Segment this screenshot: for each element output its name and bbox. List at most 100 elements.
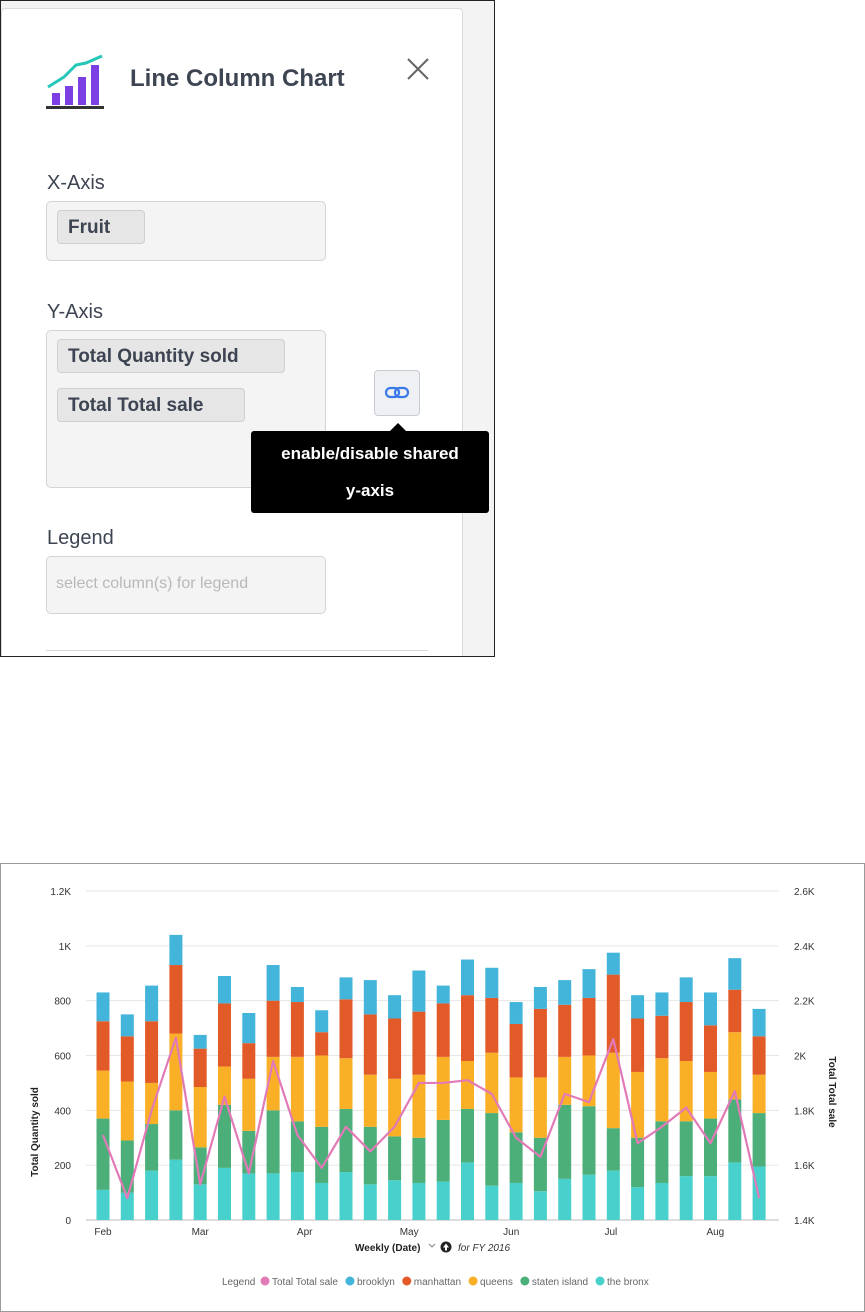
bar-segment-brooklyn[interactable] <box>436 985 450 1004</box>
bar-segment-brooklyn[interactable] <box>533 986 547 1009</box>
bar-segment-brooklyn[interactable] <box>388 995 402 1019</box>
bar-segment-the-bronx[interactable] <box>363 1184 377 1220</box>
x-axis-column-pill[interactable]: Fruit <box>57 210 145 244</box>
bar-segment-queens[interactable] <box>606 1052 620 1129</box>
bar-segment-the-bronx[interactable] <box>218 1167 231 1220</box>
bar-segment-the-bronx[interactable] <box>169 1159 183 1220</box>
bar-segment-manhattan[interactable] <box>412 1011 426 1075</box>
y-axis-column-pill[interactable]: Total Total sale <box>57 388 245 422</box>
bar-segment-the-bronx[interactable] <box>606 1170 620 1220</box>
bar-segment-staten-island[interactable] <box>631 1137 645 1188</box>
bar-segment-staten-island[interactable] <box>363 1126 377 1185</box>
bar-segment-staten-island[interactable] <box>290 1121 304 1173</box>
bar-segment-staten-island[interactable] <box>315 1126 329 1183</box>
legend-item[interactable]: Total Total sale <box>272 1277 338 1288</box>
bar-segment-the-bronx[interactable] <box>193 1184 207 1220</box>
bar-segment-brooklyn[interactable] <box>485 967 499 998</box>
bar-segment-manhattan[interactable] <box>96 1021 110 1071</box>
bar-segment-manhattan[interactable] <box>315 1032 329 1056</box>
bar-segment-brooklyn[interactable] <box>242 1013 256 1044</box>
bar-segment-manhattan[interactable] <box>363 1014 377 1075</box>
right-axis-title[interactable]: Total Total sale <box>826 1056 837 1128</box>
bar-segment-queens[interactable] <box>169 1033 183 1111</box>
bar-segment-queens[interactable] <box>363 1074 377 1127</box>
bar-segment-manhattan[interactable] <box>242 1043 256 1079</box>
legend-item[interactable]: queens <box>480 1277 513 1288</box>
bar-segment-brooklyn[interactable] <box>218 975 231 1004</box>
bar-segment-the-bronx[interactable] <box>266 1173 280 1220</box>
bar-segment-queens[interactable] <box>582 1055 596 1107</box>
legend-drop-zone[interactable]: select column(s) for legend <box>46 556 326 614</box>
bar-segment-brooklyn[interactable] <box>315 1010 329 1033</box>
bar-segment-manhattan[interactable] <box>728 989 742 1033</box>
bar-segment-the-bronx[interactable] <box>679 1176 693 1220</box>
bar-segment-brooklyn[interactable] <box>169 934 183 966</box>
bar-segment-manhattan[interactable] <box>461 995 474 1061</box>
bar-segment-staten-island[interactable] <box>169 1110 183 1160</box>
bar-segment-staten-island[interactable] <box>679 1121 693 1177</box>
bar-segment-manhattan[interactable] <box>218 1003 231 1067</box>
bar-segment-brooklyn[interactable] <box>655 992 669 1016</box>
bar-segment-brooklyn[interactable] <box>193 1034 207 1049</box>
bar-segment-brooklyn[interactable] <box>704 992 717 1026</box>
bar-segment-staten-island[interactable] <box>96 1118 110 1190</box>
bar-segment-manhattan[interactable] <box>679 1002 693 1061</box>
close-icon[interactable] <box>402 53 434 85</box>
bar-segment-manhattan[interactable] <box>704 1025 717 1072</box>
bar-segment-manhattan[interactable] <box>193 1048 207 1088</box>
bar-segment-brooklyn[interactable] <box>631 995 645 1019</box>
bar-segment-staten-island[interactable] <box>704 1118 717 1177</box>
bar-segment-brooklyn[interactable] <box>412 970 426 1012</box>
bar-segment-the-bronx[interactable] <box>485 1185 499 1220</box>
bar-segment-manhattan[interactable] <box>436 1003 450 1057</box>
bar-segment-the-bronx[interactable] <box>728 1162 742 1220</box>
bar-segment-the-bronx[interactable] <box>704 1176 717 1220</box>
bar-segment-the-bronx[interactable] <box>509 1182 523 1220</box>
x-axis-drop-zone[interactable]: Fruit <box>46 201 326 261</box>
bar-segment-the-bronx[interactable] <box>412 1182 426 1220</box>
bar-segment-queens[interactable] <box>558 1056 572 1105</box>
bar-segment-the-bronx[interactable] <box>631 1187 645 1220</box>
bar-segment-staten-island[interactable] <box>509 1132 523 1183</box>
bar-segment-staten-island[interactable] <box>339 1108 353 1173</box>
bar-segment-manhattan[interactable] <box>509 1023 523 1078</box>
bar-segment-the-bronx[interactable] <box>242 1173 256 1220</box>
bar-segment-queens[interactable] <box>655 1058 669 1122</box>
legend-item[interactable]: brooklyn <box>357 1277 395 1288</box>
bar-segment-queens[interactable] <box>533 1077 547 1138</box>
bar-segment-brooklyn[interactable] <box>558 980 572 1005</box>
bar-segment-brooklyn[interactable] <box>266 965 280 1001</box>
bar-segment-brooklyn[interactable] <box>120 1014 134 1037</box>
bar-segment-the-bronx[interactable] <box>339 1172 353 1220</box>
bar-segment-queens[interactable] <box>315 1055 329 1127</box>
bar-segment-manhattan[interactable] <box>290 1002 304 1057</box>
bar-segment-brooklyn[interactable] <box>752 1008 766 1037</box>
bar-segment-manhattan[interactable] <box>631 1018 645 1072</box>
bar-segment-manhattan[interactable] <box>266 1000 280 1057</box>
bar-segment-brooklyn[interactable] <box>679 977 693 1003</box>
bar-segment-the-bronx[interactable] <box>290 1172 304 1220</box>
bar-segment-brooklyn[interactable] <box>145 985 159 1022</box>
bar-segment-the-bronx[interactable] <box>461 1162 474 1220</box>
left-axis-title[interactable]: Total Quantity sold <box>30 1087 41 1177</box>
y-axis-column-pill[interactable]: Total Quantity sold <box>57 339 285 373</box>
bar-segment-staten-island[interactable] <box>145 1124 159 1171</box>
bar-segment-manhattan[interactable] <box>558 1004 572 1057</box>
bar-segment-the-bronx[interactable] <box>96 1189 110 1220</box>
bar-segment-brooklyn[interactable] <box>582 969 596 998</box>
bar-segment-the-bronx[interactable] <box>145 1170 159 1220</box>
bar-segment-queens[interactable] <box>339 1058 353 1109</box>
bar-segment-staten-island[interactable] <box>582 1106 596 1175</box>
bar-segment-manhattan[interactable] <box>388 1018 402 1079</box>
bar-segment-the-bronx[interactable] <box>558 1178 572 1220</box>
bar-segment-queens[interactable] <box>120 1081 134 1141</box>
bar-segment-staten-island[interactable] <box>752 1113 766 1167</box>
bar-segment-manhattan[interactable] <box>339 999 353 1059</box>
bar-segment-the-bronx[interactable] <box>388 1180 402 1220</box>
bar-segment-manhattan[interactable] <box>485 997 499 1053</box>
bar-segment-the-bronx[interactable] <box>436 1181 450 1220</box>
bar-segment-the-bronx[interactable] <box>315 1182 329 1220</box>
bar-segment-queens[interactable] <box>242 1078 256 1131</box>
bar-segment-brooklyn[interactable] <box>509 1002 523 1024</box>
bar-segment-staten-island[interactable] <box>606 1128 620 1171</box>
